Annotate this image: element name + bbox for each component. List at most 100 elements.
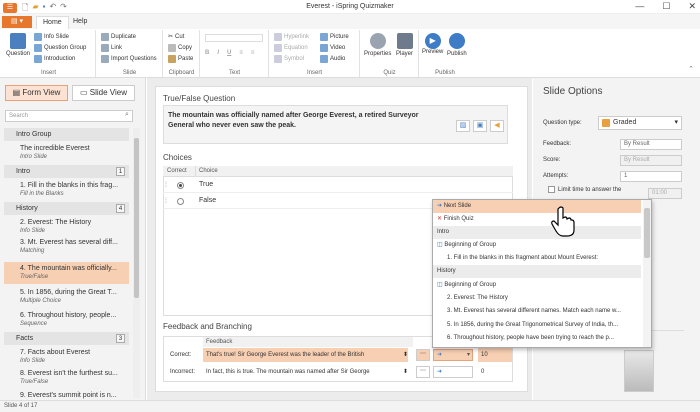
search-icon: ⌕ [125, 111, 129, 118]
underline-button[interactable]: U [227, 50, 231, 56]
link-button[interactable]: Link [101, 44, 122, 52]
dropdown-item[interactable]: 5. In 1856, during the Great Trigonometr… [433, 319, 641, 332]
chevron-down-icon: ▾ [674, 119, 678, 126]
list-item[interactable]: 9. Everest's summit point is n... [4, 391, 129, 400]
choice-row[interactable]: ⁞ True [163, 178, 513, 193]
list-item[interactable]: 7. Facts about Everest Info Slide [4, 348, 129, 366]
scrollbar-thumb[interactable] [134, 138, 139, 298]
audio-button[interactable]: Audio [320, 55, 345, 63]
form-view-button[interactable]: ▤ Form View [5, 85, 68, 101]
correct-radio[interactable] [177, 198, 184, 205]
question-text[interactable]: The mountain was officially named after … [168, 111, 438, 131]
dropdown-item[interactable]: 1. Fill in the blanks in this fragment a… [433, 252, 641, 265]
group-header[interactable]: Intro Group [4, 128, 129, 141]
italic-button[interactable]: I [217, 50, 219, 56]
collapse-ribbon-icon[interactable]: ⌃ [688, 65, 694, 73]
feedback-text-field[interactable]: In fact, this is true. The mountain was … [203, 365, 408, 379]
list-item[interactable]: 1. Fill in the blanks in this frag... Fil… [4, 181, 129, 199]
dropdown-item[interactable]: ◫ Beginning of Group [433, 279, 641, 292]
introduction-icon [34, 55, 42, 63]
preview-button[interactable]: ▶ Preview [422, 33, 443, 55]
tab-help[interactable]: Help [67, 16, 93, 29]
properties-button[interactable]: Properties [364, 33, 391, 57]
cut-button[interactable]: ✂ Cut [168, 33, 184, 41]
minimize-icon[interactable]: — [635, 1, 644, 12]
ribbon-tabs [0, 14, 700, 29]
list-icon[interactable]: ≡ [251, 50, 255, 56]
search-input[interactable]: Search [5, 110, 133, 122]
time-limit-field[interactable]: 01:00 [648, 188, 682, 199]
question-group-button[interactable]: Question Group [34, 44, 86, 52]
stepper-icon[interactable]: ⬍ [403, 348, 408, 362]
count-badge: 1 [116, 167, 125, 176]
more-button[interactable]: ⋯ [416, 366, 430, 378]
scrollbar-thumb[interactable] [644, 208, 650, 258]
list-item[interactable]: The incredible Everest Intro Slide [4, 144, 129, 162]
dropdown-item-next-slide[interactable]: ➜ Next Slide [433, 200, 641, 213]
add-picture-icon[interactable]: ▨ [456, 120, 470, 132]
more-button[interactable]: ⋯ [416, 349, 430, 361]
limit-time-checkbox[interactable] [548, 186, 555, 193]
list-item-selected[interactable]: 4. The mountain was officially... True/Fa… [4, 262, 129, 284]
import-questions-button[interactable]: Import Questions [101, 55, 157, 63]
list-item[interactable]: 6. Throughout history, people... Sequence [4, 311, 129, 329]
dropdown-item[interactable]: 3. Mt. Everest has several different nam… [433, 305, 641, 318]
list-item[interactable]: 5. In 1856, during the Great T... Multipl… [4, 288, 129, 306]
feedback-select[interactable]: By Result [620, 139, 682, 150]
attempts-select[interactable]: 1 [620, 171, 682, 182]
picture-button[interactable]: Picture [320, 33, 349, 41]
copy-button[interactable]: Copy [168, 44, 192, 52]
format-buttons: B I U ≡ ≡ [205, 50, 254, 56]
close-icon[interactable]: ✕ [688, 1, 696, 12]
add-video-icon[interactable]: ▣ [473, 120, 487, 132]
import-icon [101, 55, 109, 63]
video-button[interactable]: Video [320, 44, 345, 52]
stepper-icon[interactable]: ⬍ [403, 365, 408, 379]
introduction-button[interactable]: Introduction [34, 55, 75, 63]
dropdown-item-finish-quiz[interactable]: ✕ Finish Quiz [433, 213, 641, 226]
hyperlink-button[interactable]: Hyperlink [274, 33, 309, 41]
correct-radio[interactable] [177, 182, 184, 189]
count-badge: 4 [116, 204, 125, 213]
branching-select[interactable]: ➜ ▾ [433, 349, 473, 361]
tab-home[interactable]: Home [36, 16, 69, 29]
symbol-button[interactable]: Symbol [274, 55, 304, 63]
bold-button[interactable]: B [205, 50, 209, 56]
paste-button[interactable]: Paste [168, 55, 193, 63]
dropdown-item[interactable]: ◫ Beginning of Group [433, 239, 641, 252]
dropdown-scrollbar[interactable] [643, 200, 651, 347]
feedback-text-field[interactable]: That's true! Sir George Everest was the … [203, 348, 408, 362]
branching-select[interactable]: ➜ [433, 366, 473, 378]
hand-cursor-icon [551, 206, 575, 237]
list-item[interactable]: 2. Everest: The History Info Slide [4, 218, 129, 236]
group-header[interactable]: Intro 1 [4, 165, 129, 178]
group-header[interactable]: Facts 3 [4, 332, 129, 345]
points-field[interactable]: 10 [478, 348, 512, 362]
dropdown-group-header: Intro [433, 226, 641, 239]
equation-button[interactable]: Equation [274, 44, 308, 52]
dropdown-item[interactable]: 6. Throughout history, people have been … [433, 332, 641, 345]
duplicate-button[interactable]: Duplicate [101, 33, 136, 41]
maximize-icon[interactable]: ☐ [662, 1, 670, 12]
picture-icon [320, 33, 328, 41]
slide-list-scrollbar[interactable] [133, 128, 140, 398]
dropdown-item[interactable]: 2. Everest: The History [433, 292, 641, 305]
player-button[interactable]: Player [396, 33, 413, 57]
info-slide-icon [34, 33, 42, 41]
slide-view-button[interactable]: ▭ Slide View [72, 85, 135, 101]
question-button[interactable]: Question [6, 33, 30, 57]
group-header[interactable]: History 4 [4, 202, 129, 215]
arrow-right-icon: ➜ [437, 203, 444, 209]
info-slide-button[interactable]: Info Slide [34, 33, 69, 41]
score-select[interactable]: By Result [620, 155, 682, 166]
list-item[interactable]: 8. Everest isn't the furthest su... True/… [4, 369, 129, 387]
add-audio-icon[interactable]: ◀ [490, 120, 504, 132]
file-tab[interactable]: ▤ ▾ [2, 16, 32, 28]
question-type-select[interactable]: Graded ▾ [598, 116, 682, 130]
align-icon[interactable]: ≡ [239, 50, 243, 56]
font-name-select[interactable] [205, 34, 263, 42]
publish-button[interactable]: Publish [447, 33, 467, 57]
list-item[interactable]: 3. Mt. Everest has several diff... Matchi… [4, 238, 129, 256]
points-field[interactable]: 0 [478, 365, 512, 379]
gear-icon [369, 33, 386, 49]
